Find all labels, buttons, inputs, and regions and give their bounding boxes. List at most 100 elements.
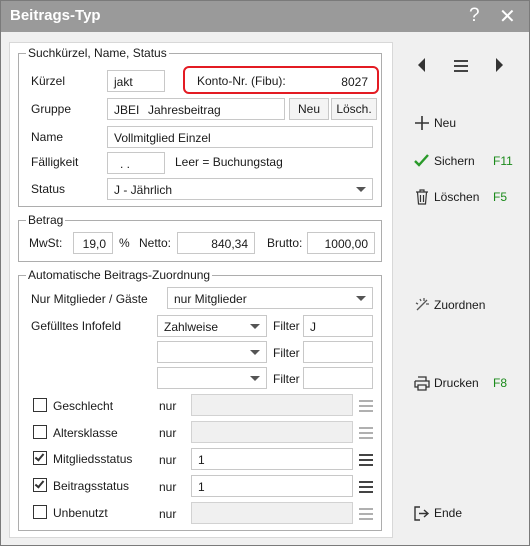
status-label: Status: [31, 182, 66, 196]
infofeld-select[interactable]: [157, 367, 267, 389]
zuordnen-label: Zuordnen: [434, 298, 486, 312]
beitragsstatus-value-field[interactable]: 1: [191, 475, 353, 497]
nur-label: nur: [159, 480, 177, 494]
sichern-button[interactable]: Sichern F11: [413, 152, 513, 172]
altersklasse-label: Altersklasse: [53, 426, 118, 440]
auto-assign-legend: Automatische Beitrags-Zuordnung: [26, 268, 213, 282]
trash-icon: [416, 189, 428, 205]
next-record-icon[interactable]: [495, 58, 505, 75]
gruppe-label: Gruppe: [31, 102, 72, 116]
list-menu-icon[interactable]: [359, 454, 373, 466]
filter-label: Filter: [273, 319, 300, 333]
brutto-field[interactable]: 1000,00: [307, 232, 375, 254]
gruppe-loesch-button[interactable]: Lösch.: [331, 98, 377, 120]
beitragsstatus-label: Beitragsstatus: [53, 479, 130, 493]
filter-field[interactable]: [303, 367, 373, 389]
drucken-button[interactable]: Drucken F8: [413, 374, 513, 394]
filter-label: Filter: [273, 346, 300, 360]
altersklasse-value-field: [191, 421, 353, 443]
netto-label: Netto:: [139, 236, 172, 250]
check-icon: [34, 478, 45, 489]
kuerzel-label: Kürzel: [31, 74, 66, 88]
check-icon: [414, 154, 429, 167]
konto-highlight: [183, 66, 379, 94]
gruppe-code-field[interactable]: JBEI Jahresbeitrag: [107, 98, 285, 120]
nur-label: nur: [159, 453, 177, 467]
unbenutzt-checkbox[interactable]: [33, 505, 47, 519]
kuerzel-field[interactable]: jakt: [107, 70, 165, 92]
infofeld-select-value: Zahlweise: [164, 320, 219, 334]
window-title: Beitrags-Typ: [10, 7, 101, 24]
geschlecht-checkbox[interactable]: [33, 398, 47, 412]
nur-label: nur: [159, 507, 177, 521]
infofeld-select[interactable]: [157, 341, 267, 363]
title-bar: Beitrags-Typ ? ✕: [1, 1, 529, 32]
beitragsstatus-checkbox[interactable]: [33, 478, 47, 492]
ende-button[interactable]: Ende: [413, 504, 513, 524]
auto-assign-group: Automatische Beitrags-Zuordnung Nur Mitg…: [18, 268, 382, 531]
unbenutzt-value-field: [191, 502, 353, 524]
mitgliedsstatus-label: Mitgliedsstatus: [53, 452, 133, 466]
amount-group-legend: Betrag: [26, 213, 66, 227]
neu-button[interactable]: Neu: [413, 114, 513, 134]
status-value: J - Jährlich: [114, 183, 173, 197]
mitglieder-value: nur Mitglieder: [174, 292, 247, 306]
name-field[interactable]: Vollmitglied Einzel: [107, 126, 373, 148]
plus-icon: [415, 116, 429, 130]
geschlecht-value-field: [191, 394, 353, 416]
zuordnen-button[interactable]: Zuordnen: [413, 296, 513, 316]
close-icon[interactable]: ✕: [499, 4, 516, 29]
form-panel: Suchkürzel, Name, Status Kürzel jakt Kon…: [9, 42, 393, 538]
exit-icon: [414, 506, 430, 521]
nur-label: nur: [159, 399, 177, 413]
list-menu-icon[interactable]: [454, 60, 468, 72]
amount-group: Betrag MwSt: 19,0 % Netto: 840,34 Brutto…: [18, 213, 382, 262]
faelligkeit-hint: Leer = Buchungstag: [175, 155, 283, 169]
help-icon[interactable]: ?: [469, 5, 480, 27]
chevron-down-icon: [250, 350, 260, 355]
magic-wand-icon: [415, 298, 429, 311]
status-select[interactable]: J - Jährlich: [107, 178, 373, 200]
faelligkeit-label: Fälligkeit: [31, 155, 79, 169]
filter-field[interactable]: [303, 341, 373, 363]
loeschen-shortcut: F5: [493, 190, 508, 204]
filter-field[interactable]: J: [303, 315, 373, 337]
mitglieder-select[interactable]: nur Mitglieder: [167, 287, 373, 309]
sichern-shortcut: F11: [493, 154, 513, 168]
gruppe-code: JBEI: [114, 103, 140, 117]
mwst-label: MwSt:: [29, 236, 63, 250]
altersklasse-checkbox[interactable]: [33, 425, 47, 439]
drucken-shortcut: F8: [493, 376, 508, 390]
list-menu-icon: [359, 427, 373, 439]
netto-field[interactable]: 840,34: [177, 232, 255, 254]
mwst-field[interactable]: 19,0: [73, 232, 113, 254]
mitglieder-label: Nur Mitglieder / Gäste: [31, 292, 148, 306]
check-icon: [34, 451, 45, 462]
search-group: Suchkürzel, Name, Status Kürzel jakt Kon…: [18, 46, 382, 207]
search-group-legend: Suchkürzel, Name, Status: [26, 46, 169, 60]
chevron-down-icon: [356, 187, 366, 192]
printer-icon: [414, 376, 430, 391]
list-menu-icon: [359, 400, 373, 412]
drucken-label: Drucken: [434, 376, 479, 390]
dialog-window: Beitrags-Typ ? ✕ Suchkürzel, Name, Statu…: [0, 0, 530, 546]
ende-label: Ende: [434, 506, 463, 520]
unbenutzt-label: Unbenutzt: [53, 506, 108, 520]
previous-record-icon[interactable]: [417, 58, 427, 75]
loeschen-button[interactable]: Löschen F5: [413, 188, 513, 208]
name-label: Name: [31, 130, 64, 144]
chevron-down-icon: [356, 296, 366, 301]
chevron-down-icon: [250, 324, 260, 329]
dialog-body: Suchkürzel, Name, Status Kürzel jakt Kon…: [1, 32, 529, 545]
geschlecht-label: Geschlecht: [53, 399, 114, 413]
gruppe-neu-button[interactable]: Neu: [289, 98, 329, 120]
infofeld-select[interactable]: Zahlweise: [157, 315, 267, 337]
mitgliedsstatus-checkbox[interactable]: [33, 451, 47, 465]
neu-label: Neu: [434, 116, 457, 130]
list-menu-icon: [359, 508, 373, 520]
faelligkeit-field[interactable]: . .: [107, 152, 165, 174]
infofeld-label: Gefülltes Infofeld: [31, 319, 122, 333]
list-menu-icon[interactable]: [359, 481, 373, 493]
mitgliedsstatus-value-field[interactable]: 1: [191, 448, 353, 470]
gruppe-name: Jahresbeitrag: [148, 103, 221, 117]
